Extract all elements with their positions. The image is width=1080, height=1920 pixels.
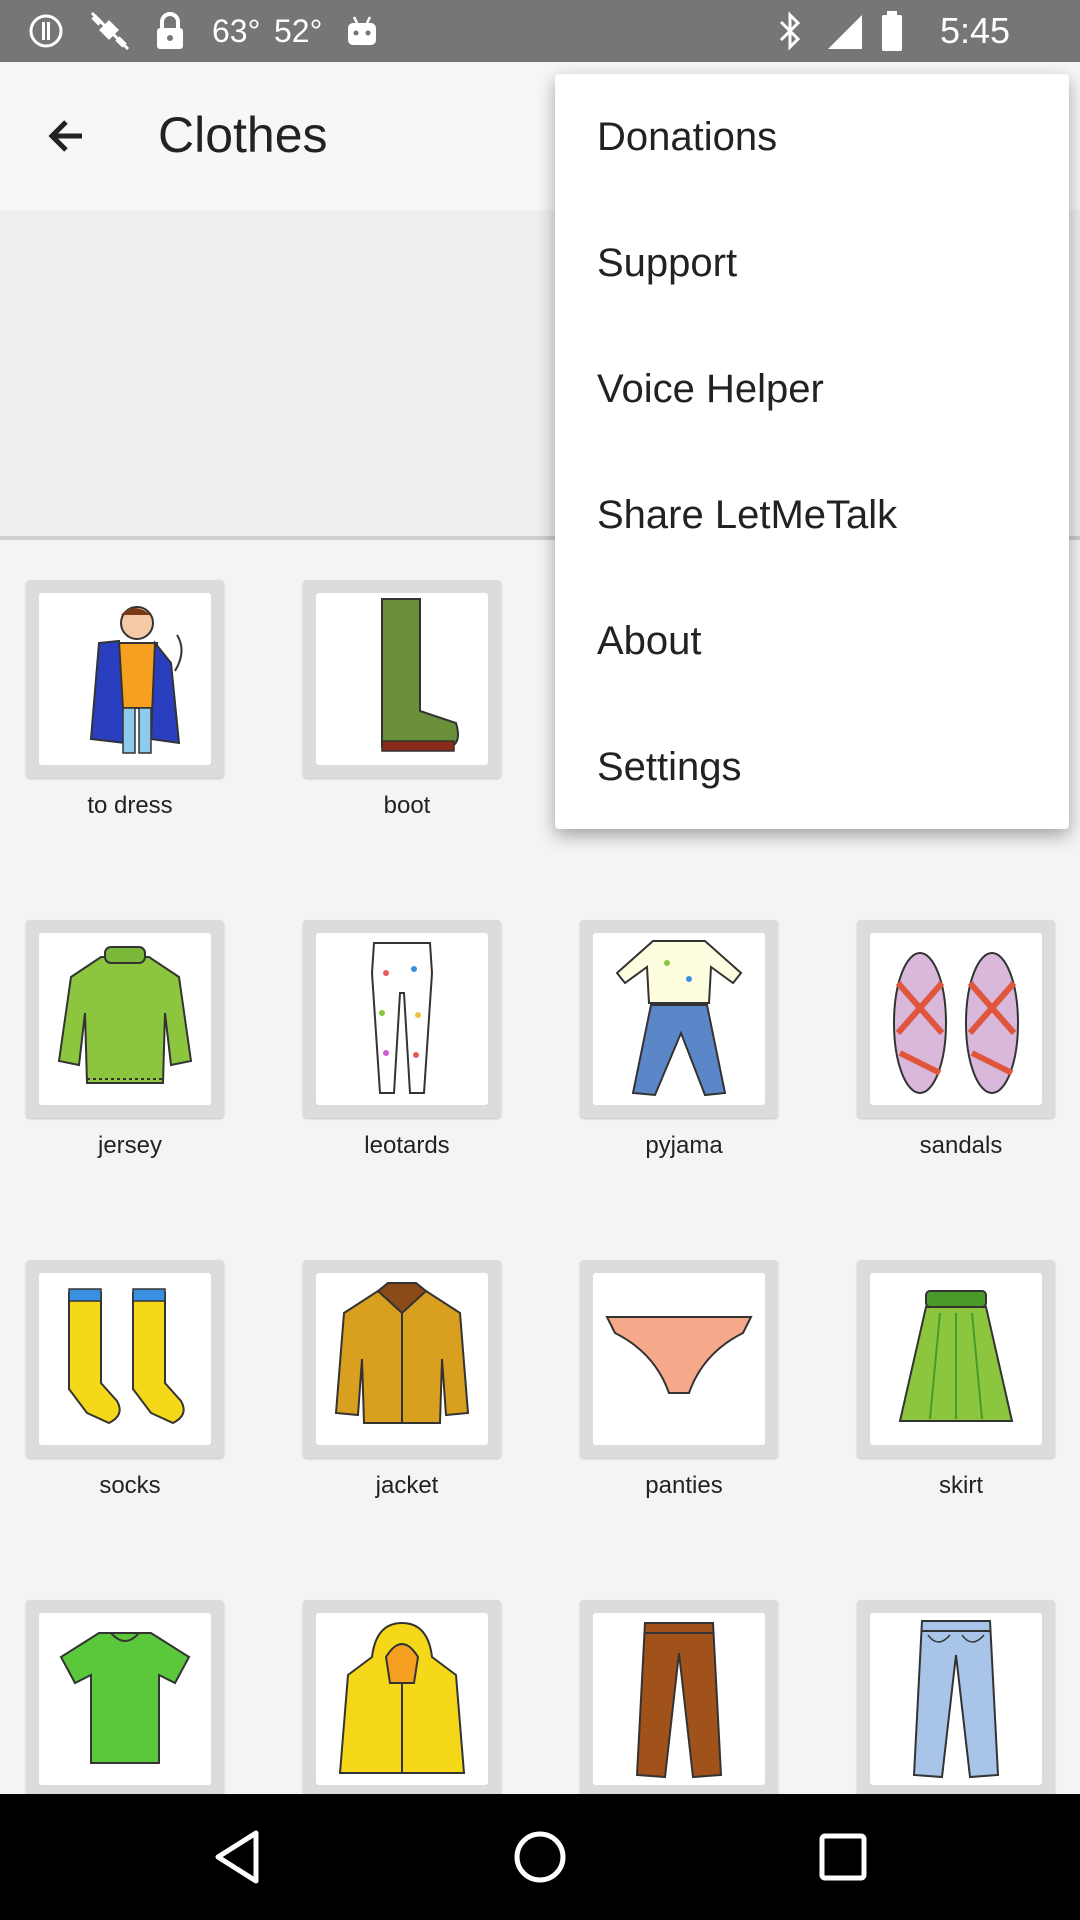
grid-item-label: socks [99,1472,161,1499]
recents-square-icon [819,1833,867,1881]
symbol-card[interactable] [26,1600,224,1794]
grid-item-label: jersey [97,1132,163,1159]
bluetooth-icon [776,0,804,62]
system-nav-bar [0,1794,1080,1920]
symbol-card[interactable] [857,920,1055,1118]
home-circle-icon [514,1831,566,1883]
signal-icon [824,0,864,62]
jacket-icon [334,1282,470,1424]
status-bar: 63° 52° 5:45 [0,0,1080,62]
leotards-icon [370,942,434,1094]
socks-icon [68,1288,185,1425]
symbol-card[interactable] [26,580,224,778]
sandals-icon [893,952,1019,1094]
nav-back-button[interactable] [202,1822,272,1892]
skirt-icon [898,1290,1014,1422]
grid-item-label: leotards [364,1132,450,1159]
boot-icon [381,598,459,752]
grid-item-label: sandals [919,1132,1003,1159]
menu-item-settings[interactable]: Settings [555,704,1069,830]
symbol-card[interactable] [857,1600,1055,1794]
alert-circle-icon [28,0,64,62]
grid-item-label: pyjama [645,1132,723,1159]
grid-item-label: skirt [939,1472,983,1499]
temperature-low: 52° [274,12,323,49]
symbol-card[interactable] [580,1260,778,1458]
temperature-high: 63° [212,12,261,49]
symbol-card[interactable] [857,1260,1055,1458]
symbol-card[interactable] [303,580,501,778]
raincoat-icon [338,1621,466,1774]
symbol-card[interactable] [26,1260,224,1458]
satellite-off-icon [88,0,132,62]
android-icon [344,0,380,62]
grid-item-label: to dress [87,792,173,819]
t-shirt-icon [59,1632,191,1764]
symbol-card[interactable] [303,1260,501,1458]
symbol-card[interactable] [303,1600,501,1794]
grid-item-label: jacket [375,1472,439,1499]
symbol-card[interactable] [580,1600,778,1794]
symbol-card[interactable] [580,920,778,1118]
overflow-menu: Donations Support Voice Helper Share Let… [555,74,1069,829]
symbol-card[interactable] [26,920,224,1118]
menu-item-voice-helper[interactable]: Voice Helper [555,326,1069,452]
back-button[interactable] [30,100,102,172]
nav-recents-button[interactable] [808,1822,878,1892]
back-triangle-icon [215,1830,259,1884]
jersey-icon [57,946,193,1084]
nav-home-button[interactable] [505,1822,575,1892]
lock-icon [154,0,186,62]
arrow-back-icon [48,120,82,152]
grid-item-label: boot [383,792,431,819]
grid-item-label: panties [645,1472,723,1499]
menu-item-donations[interactable]: Donations [555,74,1069,200]
menu-item-support[interactable]: Support [555,200,1069,326]
pyjama-icon [615,940,743,1097]
jeans-icon [912,1620,1000,1779]
battery-icon [880,0,904,62]
to-dress-icon [89,606,183,754]
clock: 5:45 [940,10,1011,51]
menu-item-share[interactable]: Share LetMeTalk [555,452,1069,578]
panties-icon [605,1316,753,1394]
symbol-card[interactable] [303,920,501,1118]
page-title: Clothes [158,107,328,163]
menu-item-about[interactable]: About [555,578,1069,704]
trousers-icon [635,1622,723,1779]
